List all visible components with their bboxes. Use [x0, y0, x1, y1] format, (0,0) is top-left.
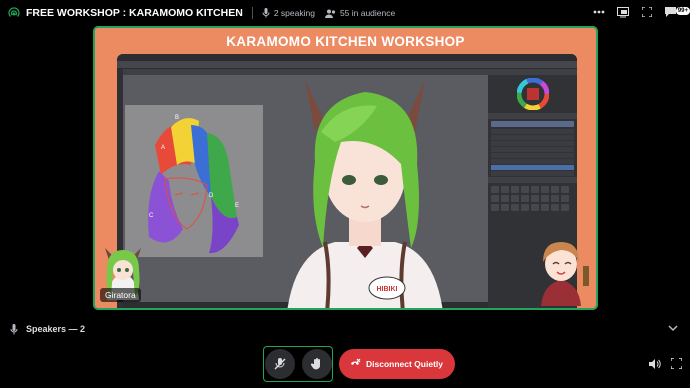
popout-window-icon[interactable]: [616, 5, 630, 19]
layer-row: [491, 129, 574, 134]
more-options-icon[interactable]: [592, 5, 606, 19]
volume-icon[interactable]: [648, 358, 661, 370]
layer-row: [491, 159, 574, 164]
name-badge-text: HIBIKI: [377, 286, 398, 293]
paint-toolbar: [117, 61, 577, 69]
layer-row: [491, 141, 574, 146]
character-illustration: HIBIKI: [287, 80, 443, 308]
chat-button[interactable]: 99+: [664, 5, 690, 19]
audience-count: 55 in audience: [324, 8, 396, 18]
mic-off-icon: [274, 358, 286, 370]
speakers-label: Speakers — 2: [26, 324, 86, 334]
fullscreen-icon[interactable]: [640, 5, 654, 19]
mascot-avatar: [541, 242, 589, 306]
tool-panel-header: [488, 177, 577, 183]
speaking-text: 2 speaking: [273, 8, 315, 18]
presenter-name-tag: Giratora: [100, 288, 141, 302]
tool-grid: [491, 186, 574, 211]
stage-controls: Disconnect Quietly: [263, 346, 457, 382]
raise-hand-button[interactable]: [302, 349, 332, 379]
people-icon: [324, 9, 336, 18]
layer-row: [491, 171, 574, 176]
fullscreen-icon[interactable]: [671, 358, 682, 369]
disconnect-label: Disconnect Quietly: [366, 359, 443, 369]
leave-call-icon: [351, 358, 361, 365]
microphone-icon: [10, 323, 18, 334]
sketch-letter-e: E: [235, 203, 239, 209]
sketch-letter-c: C: [149, 213, 154, 219]
chevron-down-icon[interactable]: [668, 324, 678, 332]
hair-sketch-reference: B A C D E: [125, 105, 263, 257]
stage-title: FREE WORKSHOP : KARAMOMO KITCHEN: [26, 7, 243, 19]
sketch-letter-b: B: [175, 115, 179, 121]
opacity-slider: [491, 121, 574, 127]
speaking-count: 2 speaking: [262, 8, 315, 18]
stage-channel-icon: [8, 7, 20, 17]
sketch-letter-a: A: [161, 145, 165, 151]
speakers-section-header[interactable]: Speakers — 2: [0, 318, 690, 340]
audience-text: 55 in audience: [339, 8, 396, 18]
layer-row: [491, 135, 574, 140]
disconnect-quietly-button[interactable]: Disconnect Quietly: [339, 349, 455, 379]
layer-panel-header: [488, 113, 577, 119]
chat-badge: 99+: [675, 7, 690, 15]
hand-icon: [310, 358, 321, 370]
stream-tile[interactable]: KARAMOMO KITCHEN WORKSHOP B A C D E HIBI…: [93, 26, 598, 310]
request-to-speak-button[interactable]: [265, 349, 295, 379]
layer-row: [491, 153, 574, 158]
divider: [251, 7, 253, 19]
stage-header: FREE WORKSHOP : KARAMOMO KITCHEN 2 speak…: [0, 0, 690, 26]
paint-menubar: [117, 54, 577, 61]
bottom-right-controls: [648, 358, 682, 370]
layer-row: [491, 147, 574, 152]
sketch-letter-d: D: [209, 193, 214, 199]
color-wheel: [488, 75, 577, 113]
layer-row-selected: [491, 165, 574, 170]
workshop-title: KARAMOMO KITCHEN WORKSHOP: [226, 34, 465, 49]
chat-icon: [665, 7, 676, 17]
microphone-icon: [262, 8, 270, 18]
